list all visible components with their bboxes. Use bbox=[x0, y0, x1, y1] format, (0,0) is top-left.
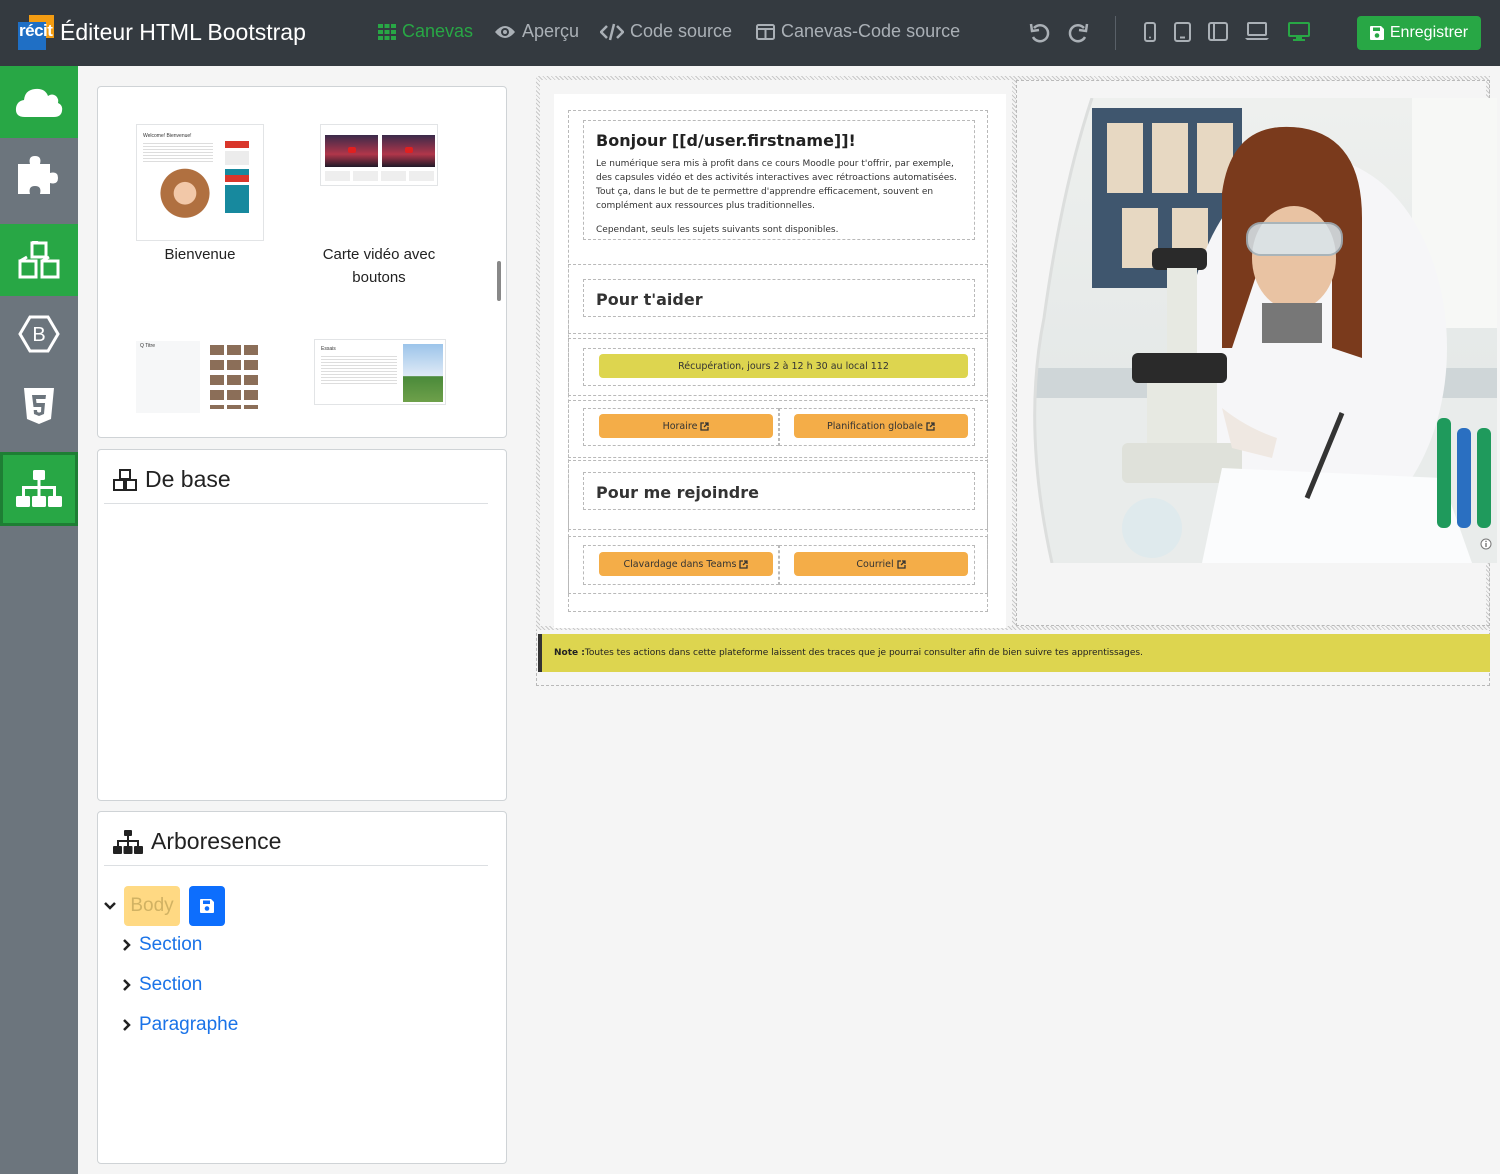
join-heading: Pour me rejoindre bbox=[596, 483, 759, 502]
view-split-button[interactable]: Canevas-Code source bbox=[756, 21, 960, 42]
basics-panel-title: De base bbox=[145, 466, 231, 492]
toolbar-divider bbox=[1115, 16, 1116, 50]
app-title: Éditeur HTML Bootstrap bbox=[60, 19, 306, 45]
html5-icon bbox=[24, 388, 54, 424]
info-icon[interactable] bbox=[1480, 538, 1492, 550]
courriel-button[interactable]: Courriel bbox=[794, 552, 968, 576]
external-link-icon bbox=[739, 559, 749, 569]
section-row[interactable]: Bonjour [[d/user.firstname]]! Le numériq… bbox=[536, 76, 1497, 630]
greeting-heading: Bonjour [[d/user.firstname]]! bbox=[596, 131, 856, 150]
eye-icon bbox=[495, 25, 515, 38]
note-alert[interactable]: Note : Toutes tes actions dans cette pla… bbox=[538, 634, 1490, 672]
panel-area: Welcome! Bienvenue! Bienvenue Carte vidé… bbox=[78, 66, 526, 1174]
basics-panel: De base bbox=[97, 449, 507, 801]
recuperation-button[interactable]: Récupération, jours 2 à 12 h 30 au local… bbox=[599, 354, 968, 378]
cubes-icon bbox=[18, 241, 60, 279]
floppy-disk-icon bbox=[1369, 26, 1384, 40]
help-heading-box[interactable]: Pour t'aider bbox=[583, 279, 975, 317]
tree-node-paragraph[interactable]: Paragraphe bbox=[115, 1014, 238, 1036]
chevron-right-icon[interactable] bbox=[115, 979, 139, 991]
sidebar-plugins-button[interactable] bbox=[0, 140, 78, 212]
chevron-down-icon[interactable] bbox=[98, 902, 122, 910]
save-button[interactable]: Enregistrer bbox=[1357, 16, 1481, 50]
puzzle-icon bbox=[18, 156, 58, 194]
external-link-icon bbox=[896, 559, 906, 569]
top-toolbar: récit Éditeur HTML Bootstrap Canevas Ape… bbox=[0, 0, 1500, 66]
teams-chat-button[interactable]: Clavardage dans Teams bbox=[599, 552, 773, 576]
tree-panel-title: Arboresence bbox=[151, 828, 282, 854]
desktop-icon[interactable] bbox=[1288, 22, 1310, 42]
split-view-icon bbox=[756, 23, 775, 40]
laptop-icon[interactable] bbox=[1245, 22, 1269, 41]
sidebar-html-button[interactable] bbox=[0, 370, 78, 442]
editor-canvas[interactable]: Bonjour [[d/user.firstname]]! Le numériq… bbox=[526, 66, 1500, 1174]
view-canvas-button[interactable]: Canevas bbox=[378, 21, 473, 42]
greeting-box[interactable]: Bonjour [[d/user.firstname]]! Le numériq… bbox=[583, 120, 975, 240]
view-source-button[interactable]: Code source bbox=[600, 21, 732, 42]
left-sidebar: B bbox=[0, 66, 78, 1174]
external-link-icon bbox=[926, 421, 935, 431]
woman-photo-placeholder bbox=[149, 163, 221, 235]
code-icon bbox=[600, 23, 624, 40]
tree-body-chip[interactable]: Body bbox=[124, 886, 180, 926]
tablet-landscape-icon[interactable] bbox=[1208, 22, 1228, 41]
floppy-disk-icon bbox=[200, 899, 214, 913]
lab-student-photo[interactable] bbox=[1032, 98, 1497, 563]
sidebar-components-button[interactable] bbox=[0, 224, 78, 296]
chevron-right-icon[interactable] bbox=[115, 939, 139, 951]
tree-node-body: Body bbox=[98, 886, 225, 926]
cubes-icon bbox=[113, 468, 137, 491]
planification-button[interactable]: Planification globale bbox=[794, 414, 968, 438]
sidebar-tree-button[interactable] bbox=[0, 452, 78, 526]
sitemap-icon bbox=[113, 829, 143, 854]
redo-icon[interactable] bbox=[1067, 22, 1089, 44]
template-thumb-video-card[interactable] bbox=[320, 124, 438, 186]
tree-panel: Arboresence Body Section Section Paragra… bbox=[97, 811, 507, 1164]
tree-body-save-button[interactable] bbox=[189, 886, 225, 926]
template-thumb-bienvenue[interactable]: Welcome! Bienvenue! bbox=[136, 124, 264, 241]
template-thumb-essais[interactable]: Essais bbox=[314, 339, 446, 405]
note-text: Toutes tes actions dans cette plateforme… bbox=[584, 648, 1143, 658]
templates-panel: Welcome! Bienvenue! Bienvenue Carte vidé… bbox=[97, 86, 507, 438]
left-column[interactable]: Bonjour [[d/user.firstname]]! Le numériq… bbox=[554, 94, 1006, 628]
cloud-icon bbox=[15, 88, 63, 117]
intro-paragraph: Le numérique sera mis à profit dans ce c… bbox=[596, 159, 957, 211]
sidebar-cloud-button[interactable] bbox=[0, 66, 78, 138]
svg-text:B: B bbox=[32, 324, 45, 346]
view-preview-button[interactable]: Aperçu bbox=[494, 21, 579, 42]
recit-logo: récit bbox=[18, 15, 54, 50]
phone-icon[interactable] bbox=[1144, 22, 1156, 42]
sitemap-icon bbox=[16, 470, 62, 507]
template-label-video-card: Carte vidéo avec boutons bbox=[322, 246, 436, 286]
available-topics-paragraph: Cependant, seuls les sujets suivants son… bbox=[596, 225, 839, 235]
tablet-icon[interactable] bbox=[1174, 22, 1191, 42]
help-heading: Pour t'aider bbox=[596, 290, 703, 309]
tree-node-section-1[interactable]: Section bbox=[115, 934, 202, 956]
templates-scrollbar[interactable] bbox=[497, 261, 501, 301]
chevron-right-icon[interactable] bbox=[115, 1019, 139, 1031]
horaire-button[interactable]: Horaire bbox=[599, 414, 773, 438]
note-label: Note : bbox=[554, 648, 585, 658]
external-link-icon bbox=[700, 421, 710, 431]
sidebar-bootstrap-button[interactable]: B bbox=[0, 298, 78, 370]
template-thumb-grid[interactable]: Q Titre bbox=[136, 341, 264, 413]
join-heading-box[interactable]: Pour me rejoindre bbox=[583, 472, 975, 510]
tree-node-section-2[interactable]: Section bbox=[115, 974, 202, 996]
undo-icon[interactable] bbox=[1029, 22, 1051, 44]
bootstrap-icon: B bbox=[18, 315, 60, 353]
template-label-bienvenue: Bienvenue bbox=[164, 246, 236, 263]
grid-icon bbox=[378, 23, 396, 40]
